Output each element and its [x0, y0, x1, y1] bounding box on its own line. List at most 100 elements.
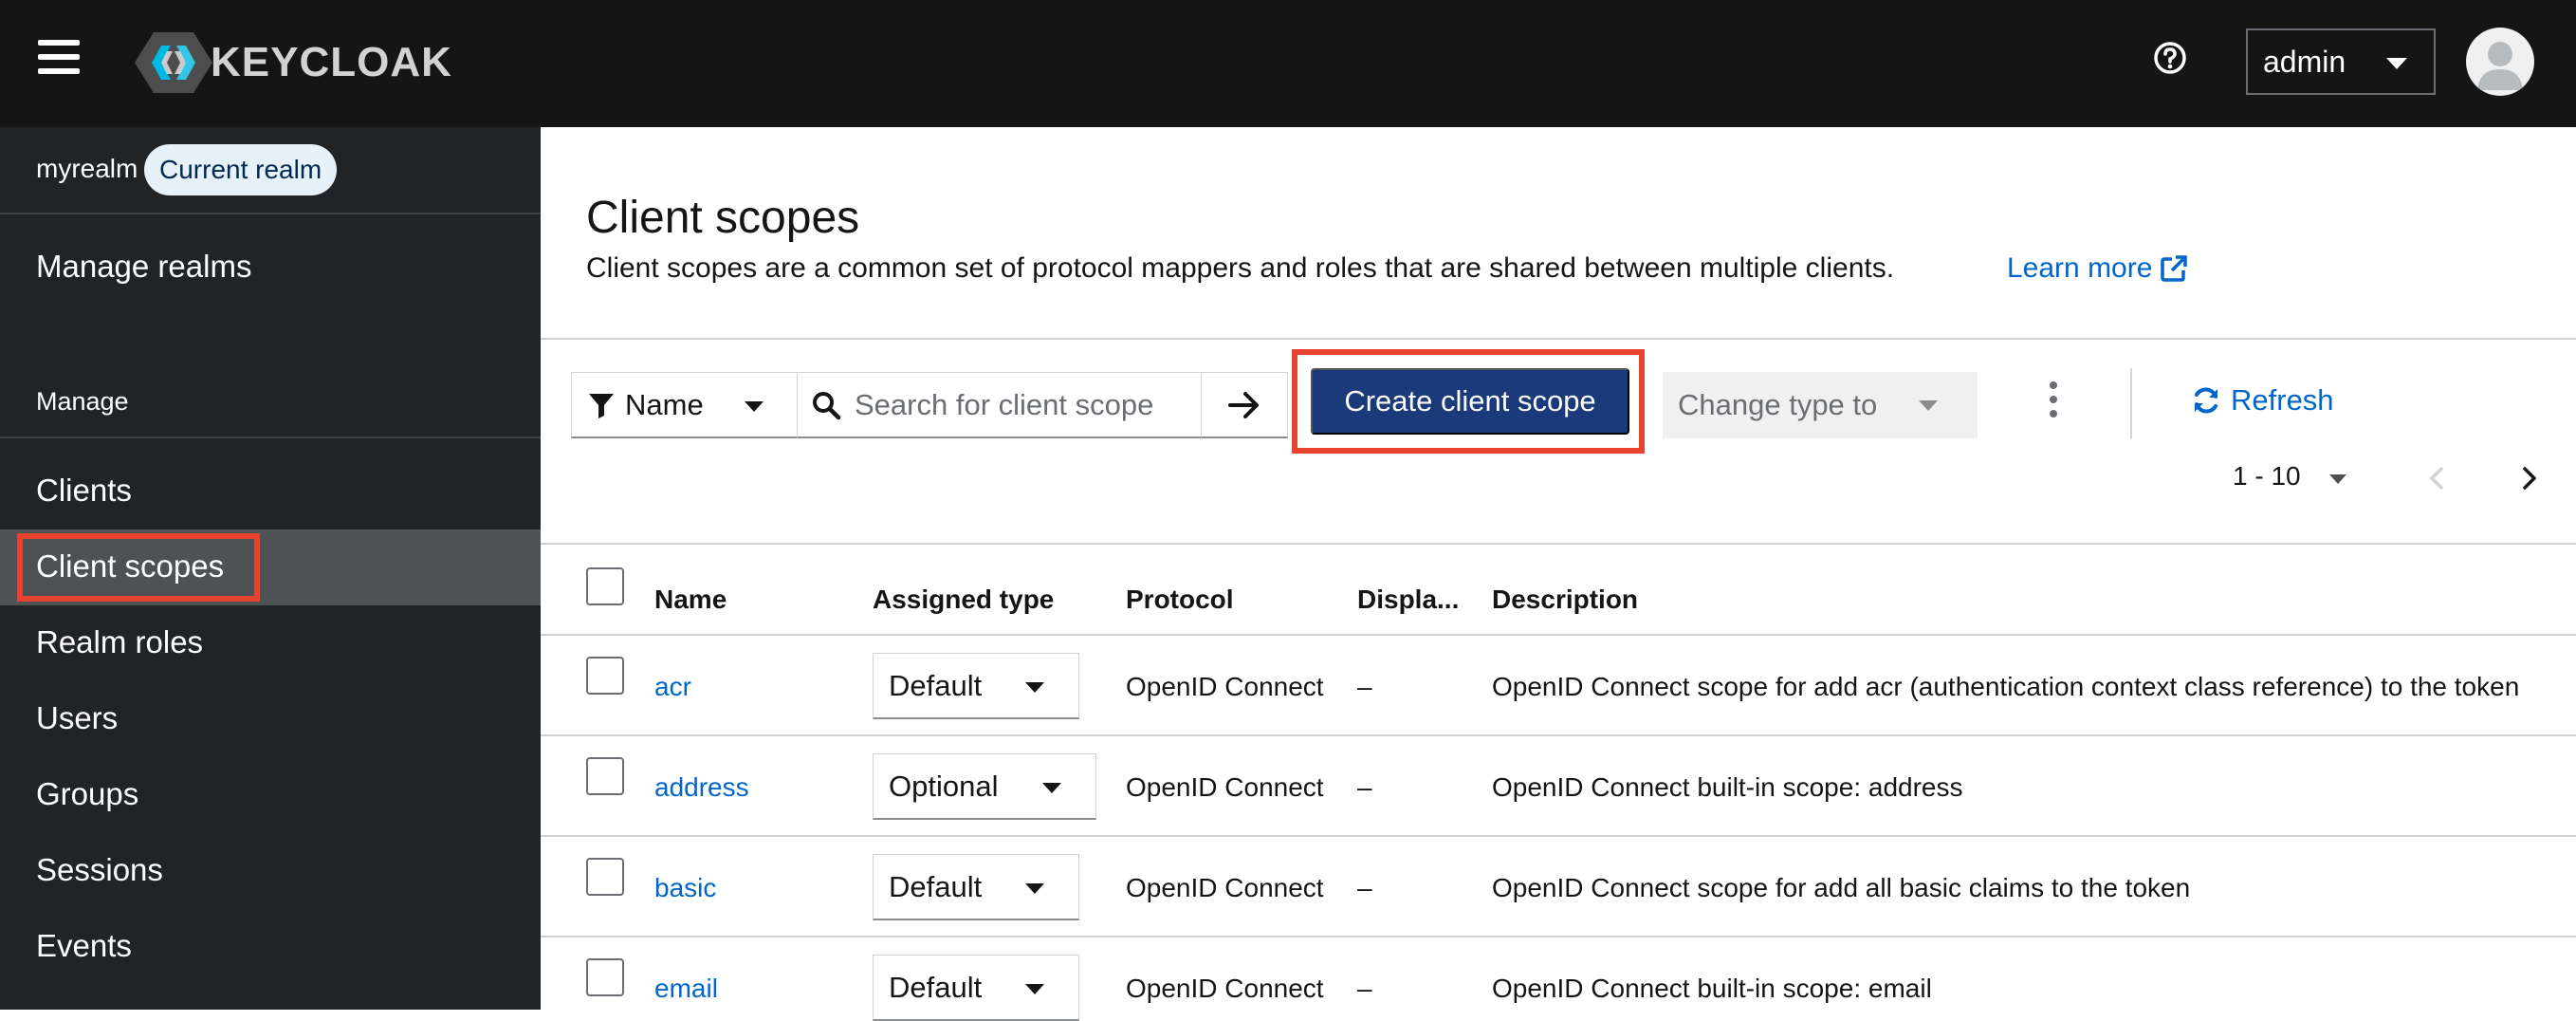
column-header-description[interactable]: Description [1492, 585, 1638, 615]
row-checkbox[interactable] [586, 757, 624, 795]
kebab-menu-icon[interactable] [2044, 381, 2063, 429]
refresh-button[interactable]: Refresh [2191, 383, 2334, 418]
column-header-protocol[interactable]: Protocol [1126, 585, 1234, 615]
sidebar-item-users[interactable]: Users [0, 681, 541, 757]
assigned-type-value: Optional [889, 769, 999, 803]
divider [0, 436, 541, 438]
display-cell: – [1357, 873, 1372, 902]
learn-more-label: Learn more [2007, 252, 2153, 284]
filter-icon [589, 393, 614, 418]
sidebar-item-realm-roles[interactable]: Realm roles [0, 605, 541, 681]
search-icon [813, 391, 841, 419]
sidebar-item-label: Realm roles [36, 624, 204, 659]
client-scope-link[interactable]: email [654, 974, 718, 1004]
sidebar-item-clients[interactable]: Clients [0, 454, 541, 529]
sidebar-item-label: Groups [36, 776, 139, 811]
row-checkbox[interactable] [586, 657, 624, 695]
realm-name: myrealm [36, 154, 138, 183]
row-divider [541, 734, 2576, 736]
brand-name: KEYCLOAK [211, 39, 452, 85]
assigned-type-select[interactable]: Optional [873, 753, 1096, 820]
row-checkbox[interactable] [586, 858, 624, 896]
sidebar-item-events[interactable]: Events [0, 909, 541, 985]
chevron-down-icon [1025, 883, 1044, 894]
column-header-assigned-type[interactable]: Assigned type [873, 585, 1054, 615]
assigned-type-select[interactable]: Default [873, 854, 1079, 920]
nav-section-title: Manage [36, 387, 129, 416]
create-client-scope-button[interactable]: Create client scope [1311, 368, 1629, 435]
filter-select-label: Name [625, 387, 704, 421]
manage-realms-link[interactable]: Manage realms [36, 249, 251, 285]
description-cell: OpenID Connect built-in scope: address [1492, 772, 1963, 802]
chevron-down-icon[interactable] [2329, 474, 2346, 484]
arrow-right-icon [1228, 391, 1259, 418]
assigned-type-value: Default [889, 869, 983, 903]
learn-more-link[interactable]: Learn more [2007, 252, 2188, 285]
sidebar: myrealm Current realm Manage realms Mana… [0, 127, 541, 1010]
sidebar-item-label: Clients [36, 473, 132, 508]
avatar[interactable] [2466, 28, 2534, 96]
assigned-type-value: Default [889, 668, 983, 702]
chevron-down-icon [745, 401, 764, 412]
sidebar-item-label: Events [36, 928, 132, 963]
protocol-cell: OpenID Connect [1126, 772, 1324, 802]
pagination-range[interactable]: 1 - 10 [2233, 461, 2301, 492]
sidebar-item-label: Client scopes [36, 548, 225, 584]
user-avatar-icon [2477, 42, 2523, 90]
search-box[interactable] [797, 372, 1203, 438]
pagination-next-icon[interactable] [2510, 459, 2548, 497]
page-description: Client scopes are a common set of protoc… [586, 252, 1895, 284]
assigned-type-select[interactable]: Default [873, 653, 1079, 719]
user-name: admin [2263, 44, 2346, 79]
realm-selector[interactable]: myrealm Current realm [0, 127, 541, 214]
search-submit-button[interactable] [1201, 372, 1288, 438]
client-scope-link[interactable]: acr [654, 672, 691, 702]
masthead: KEYCLOAK admin [0, 0, 2576, 127]
protocol-cell: OpenID Connect [1126, 873, 1324, 902]
column-header-name[interactable]: Name [654, 585, 727, 615]
sidebar-item-label: Users [36, 700, 119, 735]
description-cell: OpenID Connect scope for add acr (authen… [1492, 672, 2520, 701]
chevron-down-icon [1025, 682, 1044, 693]
client-scope-link[interactable]: basic [654, 873, 716, 903]
menu-toggle-icon[interactable] [38, 40, 80, 78]
refresh-label: Refresh [2231, 383, 2334, 417]
assigned-type-value: Default [889, 970, 983, 1004]
refresh-icon [2195, 387, 2217, 414]
description-cell: OpenID Connect built-in scope: email [1492, 974, 1932, 1003]
current-realm-badge: Current realm [144, 144, 338, 195]
sidebar-item-sessions[interactable]: Sessions [0, 833, 541, 909]
sidebar-item-client-scopes[interactable]: Client scopes [0, 529, 541, 605]
change-type-dropdown[interactable]: Change type to [1663, 372, 1978, 438]
table-top-border [541, 543, 2576, 545]
protocol-cell: OpenID Connect [1126, 974, 1324, 1003]
display-cell: – [1357, 974, 1372, 1003]
chevron-down-icon [2386, 58, 2407, 69]
chevron-down-icon [1919, 400, 1938, 411]
chevron-down-icon [1042, 783, 1061, 793]
filter-attribute-select[interactable]: Name [571, 372, 799, 438]
display-cell: – [1357, 672, 1372, 701]
keycloak-logo[interactable]: KEYCLOAK [133, 28, 452, 97]
user-menu-dropdown[interactable]: admin [2246, 28, 2436, 95]
search-input[interactable] [855, 387, 1177, 422]
assigned-type-select[interactable]: Default [873, 955, 1079, 1021]
column-header-display[interactable]: Displa... [1357, 585, 1459, 615]
change-type-label: Change type to [1678, 388, 1878, 421]
row-divider [541, 936, 2576, 937]
sidebar-item-label: Sessions [36, 852, 163, 887]
header-divider [541, 338, 2576, 340]
help-icon[interactable] [2153, 41, 2187, 75]
keycloak-logo-icon [135, 32, 212, 93]
toolbar-divider [2130, 368, 2132, 438]
row-divider [541, 634, 2576, 636]
display-cell: – [1357, 772, 1372, 802]
sidebar-item-groups[interactable]: Groups [0, 757, 541, 833]
description-cell: OpenID Connect scope for add all basic c… [1492, 873, 2191, 902]
row-divider [541, 835, 2576, 837]
chevron-down-icon [1025, 984, 1044, 994]
select-all-checkbox[interactable] [586, 567, 624, 605]
client-scope-link[interactable]: address [654, 772, 749, 803]
pagination-prev-icon[interactable] [2419, 459, 2456, 497]
row-checkbox[interactable] [586, 958, 624, 996]
